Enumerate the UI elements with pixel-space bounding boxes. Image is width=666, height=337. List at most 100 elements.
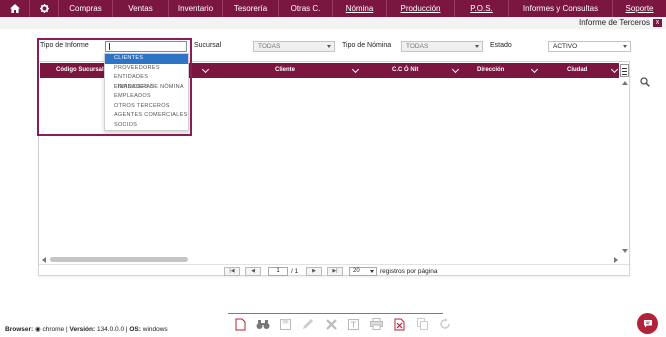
pagination-bar: |◀ ◀ 1 / 1 ▶ ▶| 20 registros por página <box>39 264 629 276</box>
column-header-cc-nit[interactable]: C.C Ó Nit <box>392 67 418 73</box>
page-size-select[interactable]: 20 <box>349 267 377 276</box>
menu-produccion[interactable]: Producción <box>387 0 455 17</box>
search-icon[interactable] <box>640 77 650 87</box>
chat-button[interactable] <box>637 313 658 334</box>
scroll-up-arrow[interactable] <box>622 81 628 85</box>
dropdown-option-agentes-comerciales[interactable]: AGENTES COMERCIALES <box>105 111 188 121</box>
close-button[interactable]: x <box>653 19 662 27</box>
chevron-down-icon <box>475 45 479 48</box>
new-document-button[interactable] <box>232 317 248 331</box>
menu-soporte[interactable]: Soporte <box>613 0 666 17</box>
column-header-ciudad[interactable]: Ciudad <box>567 67 587 73</box>
dropdown-option-empleados[interactable]: EMPLEADOS <box>105 92 188 102</box>
scroll-right-arrow[interactable] <box>614 257 618 263</box>
binoculars-icon <box>256 319 270 329</box>
page-title: Informe de Terceros <box>579 18 650 27</box>
menu-line <box>622 74 627 75</box>
version-label: Versión: <box>69 326 96 333</box>
chevron-down-icon[interactable] <box>201 65 210 74</box>
menu-tesoreria[interactable]: Tesorería <box>223 0 279 17</box>
menu-compras[interactable]: Compras <box>59 0 113 17</box>
estado-value: ACTIVO <box>553 43 578 50</box>
dropdown-option-socios[interactable]: SOCIOS <box>105 121 188 131</box>
find-button[interactable] <box>255 317 271 331</box>
column-header-cliente[interactable]: Cliente <box>275 67 295 73</box>
tipo-nomina-value: TODAS <box>406 43 429 50</box>
menu-inventario[interactable]: Inventario <box>169 0 223 17</box>
last-page-button[interactable]: ▶| <box>327 267 343 276</box>
column-header-codigo-sucursal[interactable]: Código Sucursal <box>56 67 104 73</box>
first-page-button[interactable]: |◀ <box>224 267 240 276</box>
chevron-down-icon <box>327 45 331 48</box>
text-caret <box>109 43 110 50</box>
prev-page-button[interactable]: ◀ <box>245 267 261 276</box>
gear-icon <box>39 4 49 13</box>
dropdown-option-otros-terceros[interactable]: OTROS TERCEROS <box>105 102 188 112</box>
browser-label: Browser: <box>5 326 34 333</box>
menu-soporte-label: Soporte <box>625 4 654 13</box>
excel-icon <box>394 318 405 330</box>
page-total: / 1 <box>291 268 299 275</box>
horizontal-scrollbar-thumb[interactable] <box>50 257 188 262</box>
os-value: windows <box>142 326 168 333</box>
delete-button[interactable] <box>323 317 339 331</box>
estado-label: Estado <box>490 42 512 49</box>
version-value: 134.0.0.0 <box>96 326 125 333</box>
chevron-down-icon[interactable] <box>530 65 539 74</box>
sucursal-select[interactable]: TODAS <box>253 41 335 52</box>
browser-info: Browser: ◉ chrome | Versión: 134.0.0.0 |… <box>5 326 168 333</box>
chevron-down-icon[interactable] <box>351 65 360 74</box>
page-number-input[interactable]: 1 <box>268 267 288 276</box>
dropdown-option-entidades-financieras[interactable]: ENTIDADES FINANCIERAS <box>105 73 188 90</box>
dropdown-option-entidades-nomina[interactable]: ENTIDADES DE NÓMINA <box>105 83 188 93</box>
dropdown-option-proveedores[interactable]: PROVEEDORES <box>105 64 188 74</box>
home-button[interactable] <box>0 0 30 17</box>
save-button[interactable] <box>278 317 294 331</box>
refresh-icon <box>440 318 450 329</box>
chat-bubble-icon <box>643 320 652 328</box>
print-button[interactable] <box>369 317 385 331</box>
menu-produccion-label: Producción <box>400 4 441 13</box>
save-icon <box>280 318 292 330</box>
sucursal-value: TODAS <box>258 43 281 50</box>
chrome-icon: ◉ <box>35 326 41 333</box>
settings-button[interactable] <box>30 0 59 17</box>
column-header-direccion[interactable]: Dirección <box>477 67 504 73</box>
new-document-icon <box>235 318 245 330</box>
menu-nomina[interactable]: Nómina <box>333 0 387 17</box>
edit-button[interactable] <box>300 317 316 331</box>
dropdown-option-clientes[interactable]: CLIENTES <box>105 54 188 64</box>
toolbar-divider <box>228 313 443 314</box>
scroll-down-arrow[interactable] <box>622 249 628 253</box>
page-size-label: registros por página <box>380 268 438 275</box>
os-label: OS: <box>129 326 141 333</box>
chevron-down-icon[interactable] <box>610 65 619 74</box>
sucursal-label: Sucursal <box>194 42 222 49</box>
tipo-informe-label: Tipo de Informe <box>40 42 89 49</box>
menu-line <box>622 68 627 69</box>
chevron-down-icon <box>370 270 374 273</box>
menu-pos[interactable]: P.O.S. <box>455 0 509 17</box>
text-button[interactable] <box>346 317 362 331</box>
page-size-value: 20 <box>353 268 360 274</box>
tipo-nomina-select[interactable]: TODAS <box>401 41 483 52</box>
copy-button[interactable] <box>414 317 430 331</box>
menu-ventas[interactable]: Ventas <box>113 0 169 17</box>
text-box-icon <box>348 318 360 330</box>
menu-line <box>622 71 627 72</box>
menu-otras-c[interactable]: Otras C. <box>279 0 333 17</box>
delete-x-icon <box>325 318 337 330</box>
chevron-down-icon[interactable] <box>451 65 460 74</box>
scroll-left-arrow[interactable] <box>42 257 46 263</box>
top-menu-bar: Compras Ventas Inventario Tesorería Otra… <box>0 0 666 17</box>
title-strip: Informe de Terceros x <box>0 17 666 29</box>
tipo-informe-dropdown: CLIENTES PROVEEDORES ENTIDADES FINANCIER… <box>104 53 189 131</box>
next-page-button[interactable]: ▶ <box>306 267 322 276</box>
printer-icon <box>370 318 384 330</box>
tipo-informe-input[interactable] <box>105 41 187 52</box>
refresh-button[interactable] <box>437 317 453 331</box>
estado-select[interactable]: ACTIVO <box>548 41 631 52</box>
grid-column-menu-button[interactable] <box>620 64 629 77</box>
menu-informes[interactable]: Informes y Consultas <box>509 0 613 17</box>
export-excel-button[interactable] <box>392 317 408 331</box>
